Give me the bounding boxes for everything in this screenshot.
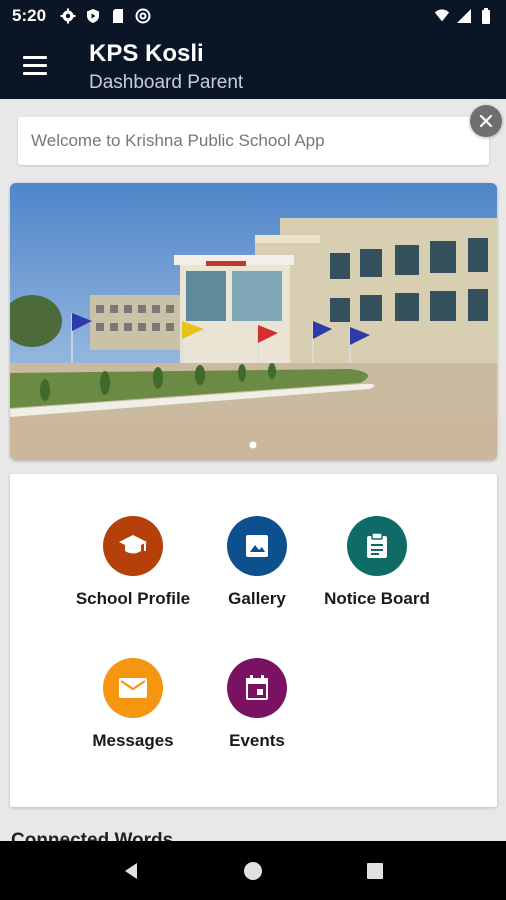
system-nav-bar (0, 841, 506, 900)
at-sign-icon (135, 8, 151, 24)
system-icons (434, 8, 494, 24)
menu-item-gallery[interactable]: Gallery (187, 516, 327, 609)
recents-icon[interactable] (355, 851, 395, 891)
menu-label: Messages (92, 731, 174, 750)
mail-icon (103, 658, 163, 718)
battery-icon (478, 8, 494, 24)
hamburger-menu-icon[interactable] (18, 50, 52, 80)
graduation-cap-icon (103, 516, 163, 576)
menu-item-events[interactable]: Events (187, 658, 327, 751)
menu-item-school-profile[interactable]: School Profile (63, 516, 203, 609)
notice-icon (347, 516, 407, 576)
menu-item-notice-board[interactable]: Notice Board (307, 516, 447, 609)
app-title: KPS Kosli (89, 40, 204, 67)
menu-label: Events (229, 731, 285, 750)
close-icon[interactable] (470, 105, 502, 137)
calendar-icon (227, 658, 287, 718)
cell-signal-icon (456, 8, 472, 24)
menu-label: School Profile (75, 589, 191, 608)
school-building-image (10, 183, 497, 460)
home-icon[interactable] (233, 851, 273, 891)
notification-icons (60, 8, 151, 24)
back-icon[interactable] (111, 851, 151, 891)
school-banner-carousel[interactable] (10, 183, 497, 460)
menu-label: Notice Board (324, 589, 430, 608)
shield-play-icon (85, 8, 101, 24)
app-subtitle: Dashboard Parent (89, 72, 244, 93)
carousel-dot-active[interactable] (249, 441, 257, 449)
gear-icon (60, 8, 76, 24)
status-bar: 5:20 (0, 0, 506, 32)
dashboard-menu: School Profile Gallery Notice Board Mess… (10, 474, 497, 807)
menu-label: Gallery (228, 589, 286, 608)
sd-card-icon (110, 8, 126, 24)
welcome-message: Welcome to Krishna Public School App (18, 117, 489, 165)
image-icon (227, 516, 287, 576)
menu-item-messages[interactable]: Messages (63, 658, 203, 751)
wifi-icon (434, 8, 450, 24)
status-time: 5:20 (12, 6, 47, 25)
app-bar: KPS Kosli Dashboard Parent (0, 32, 506, 99)
